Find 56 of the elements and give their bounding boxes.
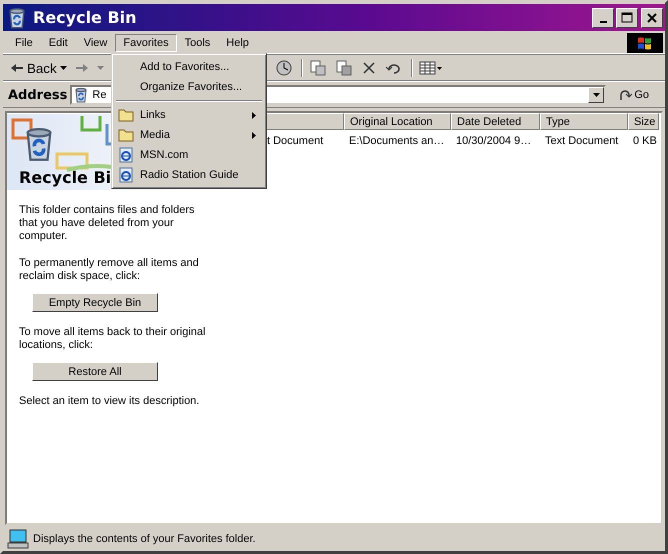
column-header[interactable]: Type <box>540 113 628 130</box>
address-label: Address <box>8 88 68 102</box>
maximize-button[interactable] <box>616 8 638 28</box>
back-arrow-icon <box>10 63 24 73</box>
close-button[interactable] <box>641 8 663 28</box>
column-header[interactable]: Original Location <box>344 113 451 130</box>
description-text: To permanently remove all items and reclaim disk space, click: <box>19 257 200 283</box>
close-icon <box>646 12 658 24</box>
menu-item[interactable]: MSN.com <box>114 145 264 165</box>
maximize-icon <box>621 12 633 24</box>
minimize-icon <box>600 20 606 22</box>
submenu-arrow-icon <box>252 112 256 118</box>
description-text: This folder contains files and folders that you have deleted from your computer. <box>19 204 196 243</box>
table-cell-text: t Document <box>267 134 324 149</box>
web-page-icon <box>118 167 134 183</box>
table-cell-text: Text Document <box>544 134 620 149</box>
folder-icon <box>118 128 134 142</box>
windows-logo <box>627 33 663 53</box>
menu-item[interactable]: Media <box>114 125 264 145</box>
table-cell-text: E:\Documents an… <box>348 134 446 149</box>
menu-item[interactable]: Favorites <box>115 34 177 52</box>
computer-icon <box>7 529 29 549</box>
table-cell-text: 10/30/2004 9… <box>455 134 532 149</box>
submenu-arrow-icon <box>252 132 256 138</box>
minimize-button[interactable] <box>592 8 614 28</box>
column-header[interactable]: Size <box>628 113 659 130</box>
window-title: Recycle Bin <box>33 8 138 27</box>
table-cell-text: 0 KB <box>632 134 658 149</box>
move-to-folder-icon[interactable] <box>308 59 327 77</box>
description-text: Select an item to view its description. <box>19 395 200 408</box>
menu-item[interactable]: Edit <box>40 34 76 52</box>
description-text: To move all items back to their original locations, click: <box>19 326 206 352</box>
delete-icon[interactable] <box>360 60 377 76</box>
menu-item[interactable]: View <box>76 34 116 52</box>
forward-arrow-icon[interactable] <box>74 63 89 73</box>
history-icon[interactable] <box>274 59 293 77</box>
go-arrow-icon <box>618 88 632 102</box>
menu-item[interactable]: Add to Favorites... <box>114 57 264 77</box>
menu-item[interactable]: Radio Station Guide <box>114 165 264 185</box>
folder-icon <box>118 108 134 122</box>
web-page-icon <box>118 147 134 163</box>
column-header[interactable]: Date Deleted <box>451 113 540 130</box>
menu-item[interactable]: File <box>7 34 41 52</box>
action-button[interactable]: Restore All <box>32 362 158 381</box>
go-button[interactable]: Go <box>612 87 655 103</box>
menu-item[interactable]: Help <box>218 34 257 52</box>
menu-item[interactable]: Links <box>114 105 264 125</box>
action-button[interactable]: Empty Recycle Bin <box>32 293 158 312</box>
copy-to-folder-icon[interactable] <box>334 59 353 77</box>
pane-title: Recycle Bi <box>19 168 112 187</box>
views-icon[interactable] <box>418 60 443 76</box>
dropdown-arrow-icon[interactable] <box>60 66 67 70</box>
menu-item[interactable]: Tools <box>176 34 218 52</box>
back-button[interactable]: Back <box>7 60 60 76</box>
status-text: Displays the contents of your Favorites folder. <box>33 533 256 545</box>
recycle-bin-icon <box>73 87 90 103</box>
